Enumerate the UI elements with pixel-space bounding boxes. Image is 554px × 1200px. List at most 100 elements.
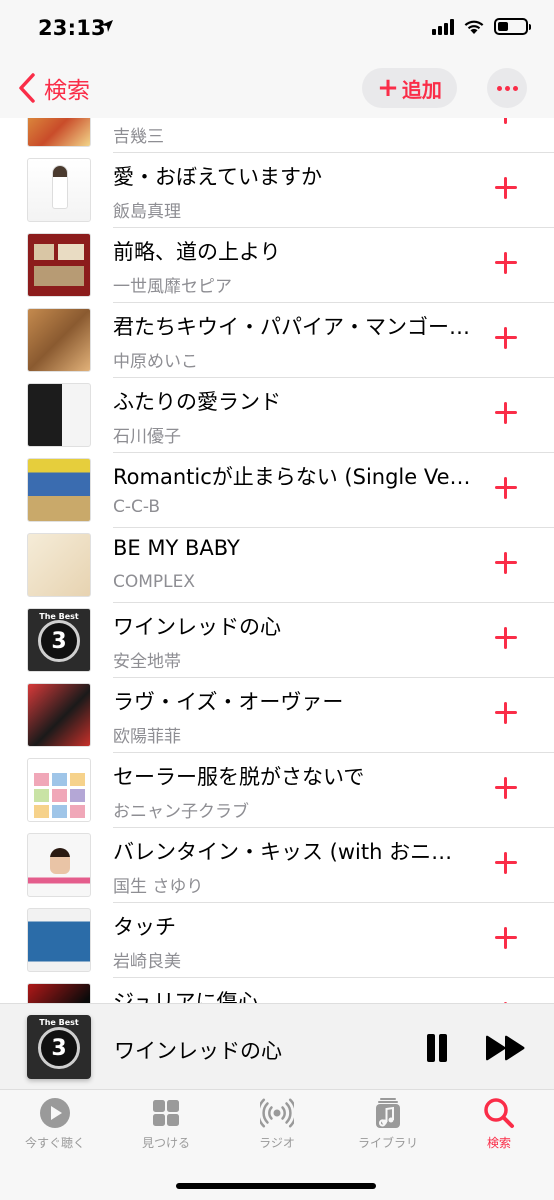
album-art — [27, 833, 91, 897]
song-title: Romanticが止まらない (Single Version) — [113, 465, 473, 489]
add-song-icon[interactable] — [491, 923, 521, 953]
song-artist: 飯島真理 — [113, 202, 181, 222]
song-title: 君たちキウイ・パパイア・マンゴーだね。 — [113, 315, 473, 339]
song-artist: おニャン子クラブ — [113, 802, 249, 822]
back-button[interactable]: 検索 — [14, 70, 90, 106]
tab-label: 見つける — [141, 1136, 190, 1150]
song-row[interactable]: The Best 3 ワインレッドの心 安全地帯 — [0, 603, 554, 678]
chevron-left-icon — [19, 73, 35, 103]
tab-listen-now[interactable]: 今すぐ聴く — [5, 1096, 105, 1156]
add-song-icon[interactable] — [491, 248, 521, 278]
add-song-icon[interactable] — [491, 548, 521, 578]
song-row[interactable]: Romanticが止まらない (Single Version) C-C-B — [0, 453, 554, 528]
album-art — [27, 383, 91, 447]
battery-icon — [494, 18, 531, 35]
album-art: The Best 3 — [27, 608, 91, 672]
fast-forward-icon[interactable] — [484, 1034, 528, 1062]
song-title: 愛・おぼえていますか — [113, 165, 322, 189]
now-playing-art-number: 3 — [38, 1027, 80, 1070]
tab-browse[interactable]: 見つける — [116, 1096, 216, 1156]
radio-waves-icon — [260, 1098, 294, 1128]
album-art — [27, 683, 91, 747]
song-row[interactable]: ラヴ・イズ・オーヴァー 欧陽菲菲 — [0, 678, 554, 753]
song-artist: 岩崎良美 — [113, 952, 181, 972]
song-artist: COMPLEX — [113, 572, 196, 592]
song-artist: 国生 さゆり — [113, 877, 204, 897]
song-title: ジュリアに傷心 — [113, 990, 259, 1003]
mini-player[interactable]: The Best 3 ワインレッドの心 — [0, 1003, 554, 1089]
music-library-icon — [376, 1098, 400, 1128]
tab-label: 検索 — [486, 1136, 511, 1150]
song-title: ラヴ・イズ・オーヴァー — [113, 690, 344, 714]
add-song-icon[interactable] — [491, 623, 521, 653]
album-art — [27, 983, 91, 1003]
song-row[interactable]: ふたりの愛ランド 石川優子 — [0, 378, 554, 453]
song-row[interactable]: タッチ 岩崎良美 — [0, 903, 554, 978]
back-button-label: 検索 — [44, 78, 90, 104]
search-icon — [484, 1098, 514, 1128]
now-playing-art: The Best 3 — [27, 1015, 91, 1079]
song-title: バレンタイン・キッス (with おニャン子クラブ) — [113, 840, 473, 864]
song-title: ふたりの愛ランド — [113, 390, 281, 414]
add-song-icon[interactable] — [491, 773, 521, 803]
add-song-icon[interactable] — [491, 118, 521, 128]
song-artist: 欧陽菲菲 — [113, 727, 181, 747]
song-row[interactable]: バレンタイン・キッス (with おニャン子クラブ) 国生 さゆり — [0, 828, 554, 903]
song-artist: 石川優子 — [113, 427, 181, 447]
song-artist: C-C-B — [113, 497, 161, 517]
location-arrow-icon — [100, 19, 114, 37]
add-song-icon[interactable] — [491, 473, 521, 503]
album-art — [27, 458, 91, 522]
tab-label: ライブラリ — [357, 1136, 418, 1150]
status-time: 23:13 — [38, 16, 106, 40]
album-art — [27, 158, 91, 222]
song-artist: 安全地帯 — [113, 652, 181, 672]
add-song-icon[interactable] — [491, 398, 521, 428]
wifi-icon — [464, 20, 484, 34]
song-row[interactable]: 愛・おぼえていますか 飯島真理 — [0, 153, 554, 228]
play-circle-icon — [40, 1098, 70, 1128]
song-row[interactable]: 吉幾三 — [0, 118, 554, 153]
add-song-icon[interactable] — [491, 173, 521, 203]
navigation-bar: 検索 + 追加 — [0, 58, 554, 118]
song-list[interactable]: 吉幾三 愛・おぼえていますか 飯島真理 前略、道の上より 一世風靡セピア 君たち… — [0, 118, 554, 1003]
status-bar: 23:13 — [0, 0, 554, 58]
status-indicators — [432, 18, 531, 35]
song-artist: 一世風靡セピア — [113, 277, 232, 297]
pause-icon[interactable] — [425, 1034, 449, 1062]
song-row[interactable]: BE MY BABY COMPLEX — [0, 528, 554, 603]
add-song-icon[interactable] — [491, 698, 521, 728]
add-button-label: 追加 — [401, 77, 442, 102]
album-art — [27, 233, 91, 297]
song-title: 前略、道の上より — [113, 240, 281, 264]
tab-radio[interactable]: ラジオ — [227, 1096, 327, 1156]
song-row[interactable]: 前略、道の上より 一世風靡セピア — [0, 228, 554, 303]
more-options-button[interactable] — [487, 68, 527, 108]
add-song-icon[interactable] — [491, 848, 521, 878]
song-artist: 吉幾三 — [113, 127, 164, 147]
cellular-signal-icon — [432, 18, 454, 35]
song-title: セーラー服を脱がさないで — [113, 765, 365, 789]
grid-icon — [153, 1100, 179, 1126]
now-playing-art-label: The Best — [39, 1018, 79, 1027]
home-indicator — [176, 1183, 376, 1189]
song-title: BE MY BABY — [113, 536, 240, 560]
tab-label: ラジオ — [259, 1136, 295, 1150]
tab-library[interactable]: ライブラリ — [338, 1096, 438, 1156]
song-title: タッチ — [113, 915, 176, 939]
album-art — [27, 118, 91, 147]
song-title: ワインレッドの心 — [113, 615, 281, 639]
tab-label: 今すぐ聴く — [24, 1136, 85, 1150]
album-art — [27, 533, 91, 597]
album-art — [27, 908, 91, 972]
album-art — [27, 308, 91, 372]
tab-search[interactable]: 検索 — [449, 1096, 549, 1156]
add-button[interactable]: + 追加 — [362, 68, 457, 108]
song-row[interactable]: ジュリアに傷心 — [0, 978, 554, 1003]
song-artist: 中原めいこ — [113, 352, 198, 372]
plus-icon: + — [377, 73, 399, 103]
song-row[interactable]: 君たちキウイ・パパイア・マンゴーだね。 中原めいこ — [0, 303, 554, 378]
album-art — [27, 758, 91, 822]
add-song-icon[interactable] — [491, 323, 521, 353]
song-row[interactable]: セーラー服を脱がさないで おニャン子クラブ — [0, 753, 554, 828]
